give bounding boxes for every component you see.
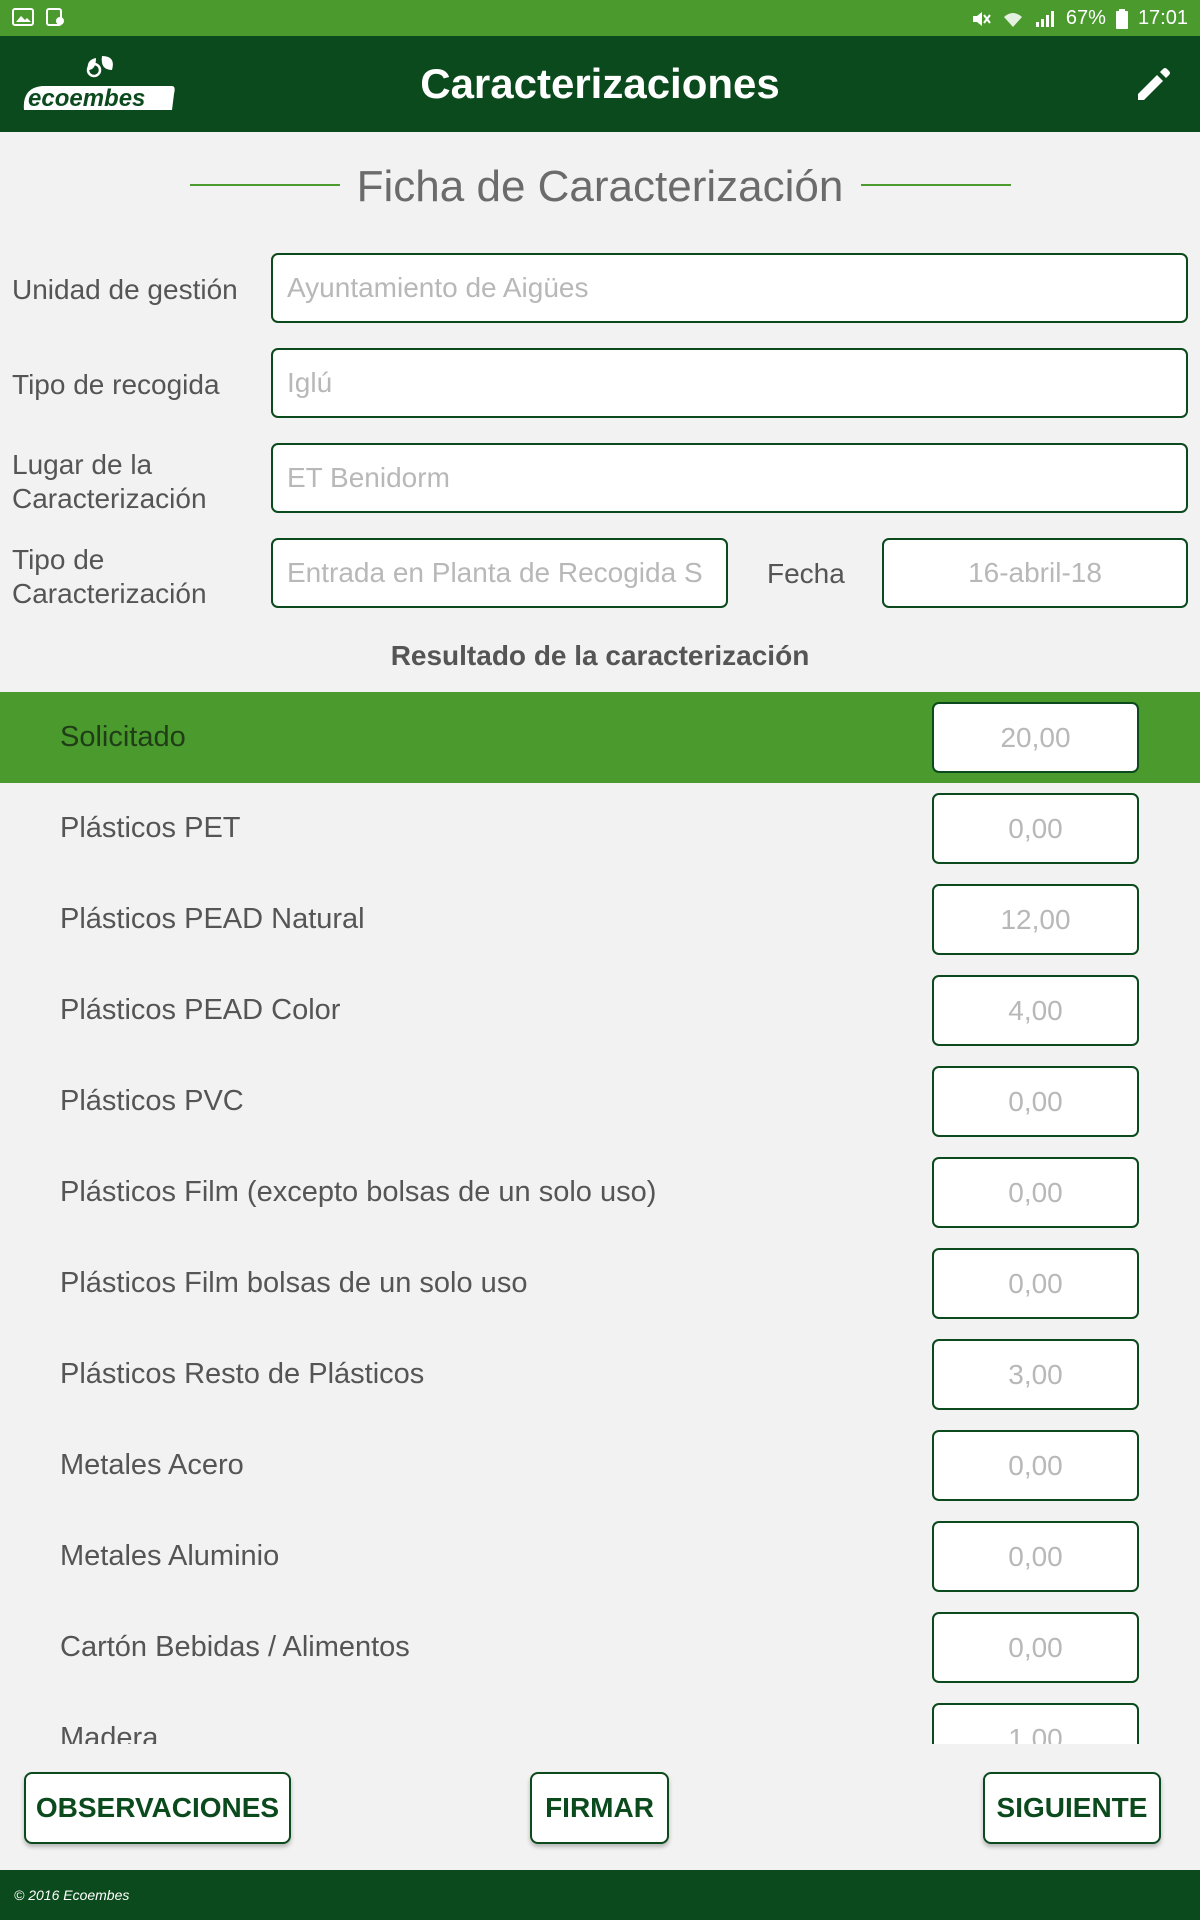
screenshot-notification-icon [46, 8, 64, 26]
result-row: Metales Aluminio 0,00 [0, 1511, 1200, 1602]
result-value-input[interactable]: 12,00 [932, 884, 1139, 955]
result-value-input[interactable]: 3,00 [932, 1339, 1139, 1410]
results-title: Resultado de la caracterización [390, 640, 810, 671]
result-label: Plásticos PET [60, 812, 241, 844]
result-label: Cartón Bebidas / Alimentos [60, 1631, 410, 1663]
result-row: Plásticos PVC 0,00 [0, 1056, 1200, 1147]
heading-divider-left [190, 184, 340, 186]
result-row: Plásticos Film bolsas de un solo uso 0,0… [0, 1238, 1200, 1329]
observaciones-button[interactable]: OBSERVACIONES [24, 1772, 291, 1844]
result-row: Metales Acero 0,00 [0, 1420, 1200, 1511]
result-label: Plásticos PEAD Color [60, 994, 341, 1026]
result-row: Madera 1,00 [0, 1693, 1200, 1744]
result-value-input[interactable]: 0,00 [932, 1066, 1139, 1137]
unidad-label: Unidad de gestión [12, 274, 238, 305]
result-value-input[interactable]: 0,00 [932, 1157, 1139, 1228]
status-bar: 67% 17:01 [0, 0, 1200, 36]
heading-divider-right [861, 184, 1011, 186]
app-bar: ecoembes Caracterizaciones [0, 36, 1200, 132]
result-value-input[interactable]: 1,00 [932, 1703, 1139, 1744]
page-title: Caracterizaciones [420, 60, 780, 107]
result-label: Metales Aluminio [60, 1540, 280, 1572]
gallery-notification-icon [12, 8, 34, 26]
result-value-input[interactable]: 0,00 [932, 1612, 1139, 1683]
wifi-icon [1003, 12, 1022, 27]
tipo-car-label-line2: Caracterización [12, 578, 207, 609]
result-label: Metales Acero [60, 1449, 244, 1481]
battery-percent: 67% [1065, 7, 1106, 29]
lugar-label-line2: Caracterización [12, 483, 207, 514]
results-list[interactable]: Solicitado 20,00 Plásticos PET 0,00 Plás… [0, 692, 1200, 1744]
tipo-recogida-input[interactable]: Iglú [271, 348, 1188, 418]
battery-icon [1115, 8, 1128, 29]
unidad-gestion-input[interactable]: Ayuntamiento de Aigües [271, 253, 1188, 323]
result-label: Solicitado [60, 721, 186, 753]
fecha-input[interactable]: 16-abril-18 [882, 538, 1188, 608]
result-value-input[interactable]: 0,00 [932, 1521, 1139, 1592]
result-label: Plásticos Film bolsas de un solo uso [60, 1267, 528, 1299]
result-row: Plásticos PEAD Natural 12,00 [0, 874, 1200, 965]
recogida-label: Tipo de recogida [12, 369, 220, 400]
fecha-label: Fecha [767, 558, 845, 589]
result-row: Plásticos PET 0,00 [0, 783, 1200, 874]
lugar-label: Lugar de la Caracterización [12, 448, 207, 516]
result-value-input[interactable]: 0,00 [932, 793, 1139, 864]
result-label: Plásticos Resto de Plásticos [60, 1358, 425, 1390]
result-label: Plásticos PEAD Natural [60, 903, 365, 935]
form-heading: Ficha de Caracterización [0, 162, 1200, 212]
siguiente-button[interactable]: SIGUIENTE [983, 1772, 1161, 1844]
copyright-text: © 2016 Ecoembes [14, 1887, 130, 1903]
result-label: Plásticos PVC [60, 1085, 244, 1117]
result-value-input[interactable]: 0,00 [932, 1248, 1139, 1319]
result-row: Plásticos PEAD Color 4,00 [0, 965, 1200, 1056]
lugar-label-line1: Lugar de la [12, 449, 153, 480]
result-row: Cartón Bebidas / Alimentos 0,00 [0, 1602, 1200, 1693]
result-value-input[interactable]: 0,00 [932, 1430, 1139, 1501]
form-heading-text: Ficha de Caracterización [356, 162, 844, 211]
clock: 17:01 [1137, 7, 1188, 29]
result-row: Plásticos Resto de Plásticos 3,00 [0, 1329, 1200, 1420]
mute-icon [972, 11, 991, 26]
result-row-solicitado: Solicitado 20,00 [0, 692, 1200, 783]
firmar-button[interactable]: FIRMAR [530, 1772, 669, 1844]
pencil-icon[interactable] [1132, 64, 1174, 106]
result-label: Plásticos Film (excepto bolsas de un sol… [60, 1176, 657, 1208]
result-row: Plásticos Film (excepto bolsas de un sol… [0, 1147, 1200, 1238]
result-label: Madera [60, 1722, 159, 1744]
status-right-icons: 67% 17:01 [970, 7, 1188, 30]
signal-icon [1035, 10, 1054, 27]
status-left-icons [12, 8, 66, 26]
result-value-input[interactable]: 4,00 [932, 975, 1139, 1046]
lugar-caracterizacion-input[interactable]: ET Benidorm [271, 443, 1188, 513]
tipo-caracterizacion-input[interactable]: Entrada en Planta de Recogida S [271, 538, 728, 608]
tipo-caracterizacion-label: Tipo de Caracterización [12, 543, 207, 611]
footer: © 2016 Ecoembes [0, 1870, 1200, 1920]
tipo-car-label-line1: Tipo de [12, 544, 105, 575]
result-value-input[interactable]: 20,00 [932, 702, 1139, 773]
